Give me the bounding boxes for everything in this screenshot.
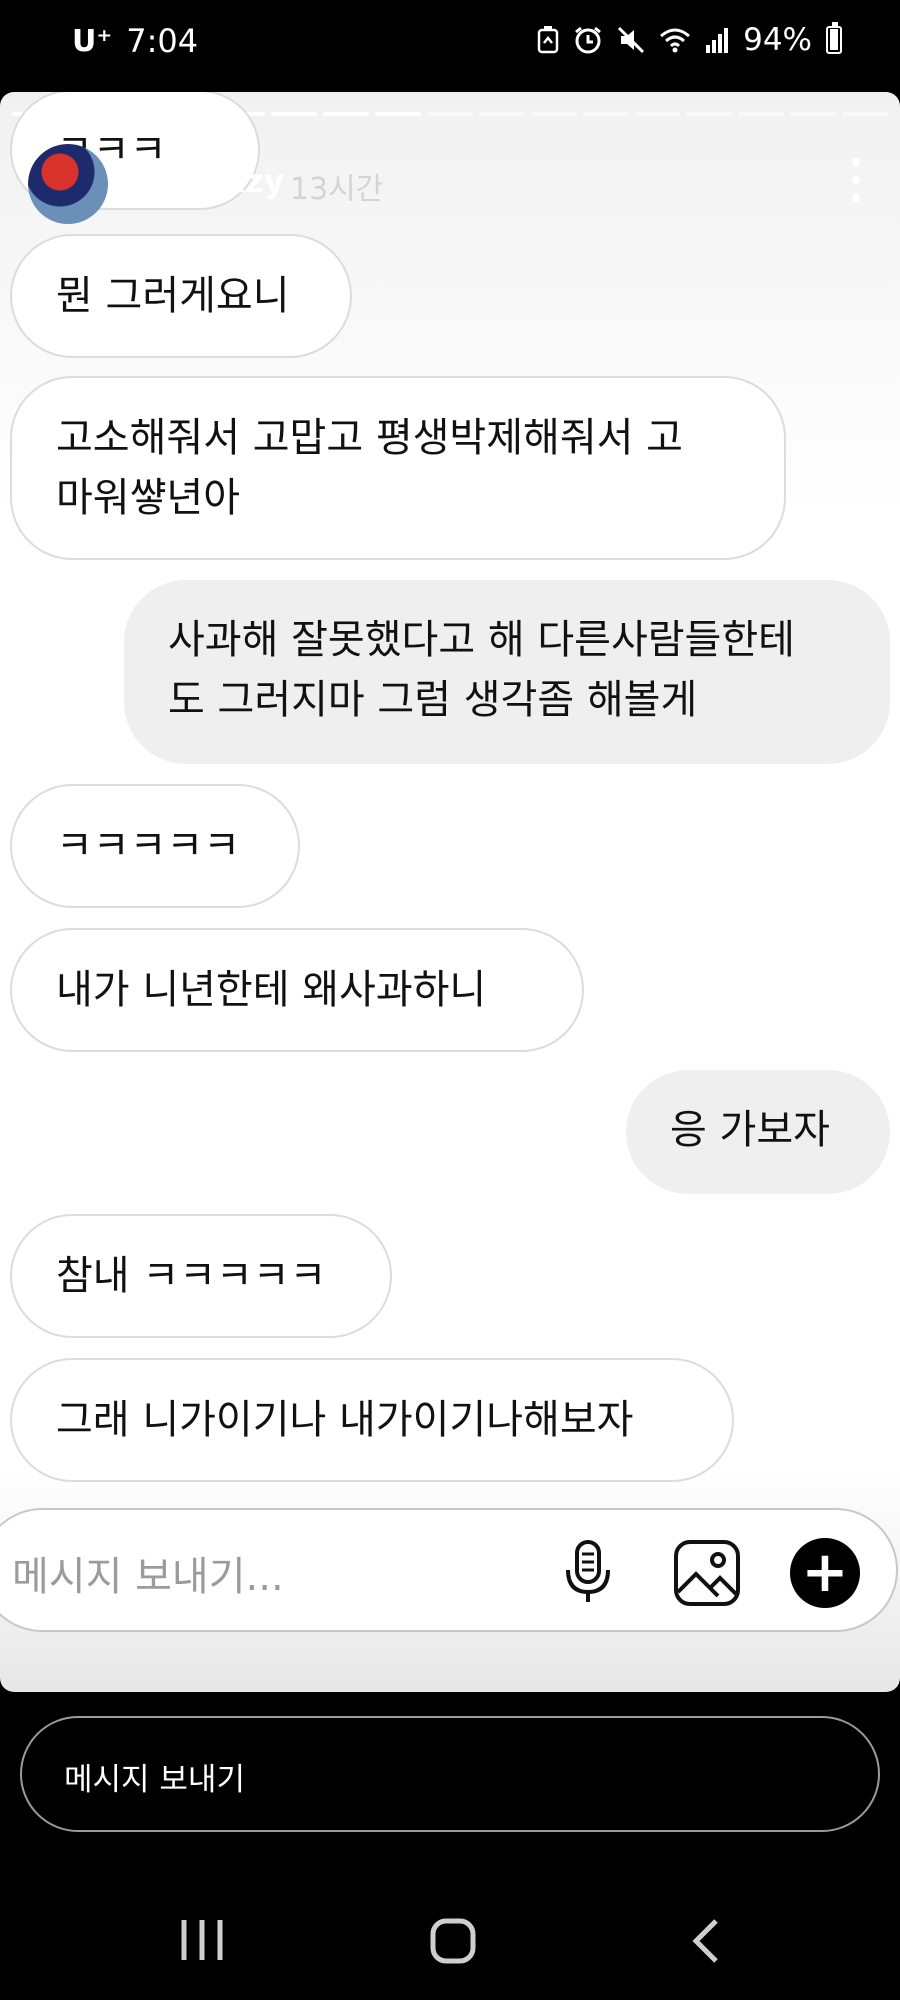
reply-input[interactable]: 메시지 보내기 (20, 1716, 880, 1832)
received-message-bubble: ㅋㅋㅋㅋㅋ (10, 784, 300, 908)
navigation-bar (0, 1880, 900, 2000)
received-message-bubble: 뭔 그러게요니 (10, 234, 352, 358)
message-text: 뭔 그러게요니 (56, 273, 290, 319)
received-message-bubble: 내가 니년한테 왜사과하니 (10, 928, 584, 1052)
progress-segment (530, 112, 577, 116)
progress-segment (738, 112, 785, 116)
wifi-icon (659, 27, 691, 53)
plus-icon[interactable]: + (790, 1538, 860, 1608)
alarm-icon (573, 25, 603, 55)
progress-segment (478, 112, 525, 116)
sent-message-bubble: 사과해 잘못했다고 해 다른사람들한테 도 그러지마 그럼 생각좀 해볼게 (124, 580, 890, 764)
story-time-ago: 13시간 (290, 172, 384, 207)
mute-icon (617, 26, 645, 54)
progress-segment (582, 112, 629, 116)
progress-segment (427, 112, 473, 116)
avatar[interactable] (28, 144, 108, 224)
gallery-icon[interactable] (672, 1538, 742, 1612)
home-icon[interactable] (430, 1918, 476, 1968)
progress-segment (790, 112, 836, 116)
carrier-label: U⁺ (72, 23, 113, 59)
message-composer[interactable]: 메시지 보내기... + (0, 1508, 898, 1632)
status-left: U⁺ 7:04 (72, 22, 198, 60)
sent-message-bubble: 응 가보자 (626, 1070, 890, 1194)
back-icon[interactable] (690, 1918, 720, 1968)
progress-segment (842, 112, 888, 116)
progress-segment (686, 112, 733, 116)
message-text: 참내 ㅋㅋㅋㅋㅋ (56, 1253, 327, 1299)
signal-icon (705, 27, 729, 53)
recent-apps-icon[interactable] (180, 1918, 224, 1966)
reply-placeholder[interactable]: 메시지 보내기 (64, 1754, 245, 1799)
message-text: 사과해 잘못했다고 해 다른사람들한테 도 그러지마 그럼 생각좀 해볼게 (168, 617, 795, 723)
message-text: 고소해줘서 고맙고 평생박제해줘서 고 마워썋년아 (56, 415, 683, 521)
clock: 7:04 (126, 22, 199, 60)
more-options-icon[interactable] (848, 158, 864, 202)
story-card: ㅋㅋㅋ 뭔 그러게요니 고소해줘서 고맙고 평생박제해줘서 고 마워썋년아 사과해 잘… (0, 92, 900, 1692)
progress-segment (375, 112, 421, 116)
received-message-bubble: 그래 니가이기나 내가이기나해보자 (10, 1358, 734, 1482)
progress-segment (271, 112, 318, 116)
recycle-icon (537, 26, 559, 54)
microphone-icon[interactable] (560, 1538, 616, 1612)
message-text: ㅋㅋㅋㅋㅋ (56, 823, 240, 869)
message-text: 그래 니가이기나 내가이기나해보자 (56, 1397, 634, 1443)
username[interactable]: luvlyzzy (140, 162, 285, 200)
status-bar: U⁺ 7:04 94% (0, 0, 900, 92)
message-text: 내가 니년한테 왜사과하니 (56, 967, 487, 1013)
composer-placeholder[interactable]: 메시지 보내기... (12, 1544, 284, 1602)
received-message-bubble: 고소해줘서 고맙고 평생박제해줘서 고 마워썋년아 (10, 376, 786, 560)
battery-percent: 94% (743, 22, 812, 58)
status-right: 94% (537, 22, 842, 58)
received-message-bubble: 참내 ㅋㅋㅋㅋㅋ (10, 1214, 392, 1338)
progress-segment (634, 112, 681, 116)
progress-segment (323, 112, 370, 116)
story-header: luvlyzzy 13시간 (28, 140, 872, 224)
battery-icon (826, 22, 842, 54)
message-text: 응 가보자 (670, 1107, 830, 1153)
